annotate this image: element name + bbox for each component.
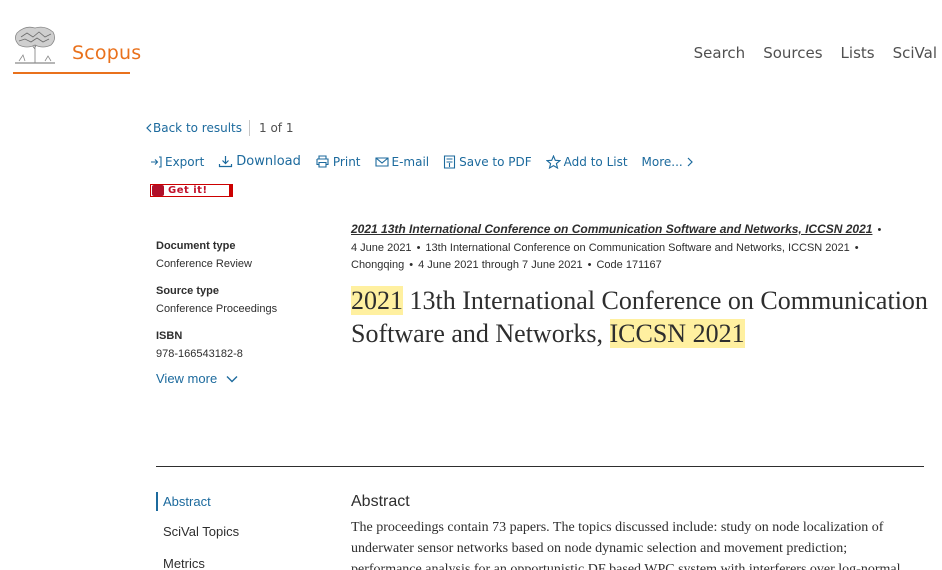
back-row: Back to results 1 of 1 <box>145 120 293 136</box>
isbn-value: 978-166543182-8 <box>156 348 243 360</box>
bullet: • <box>877 224 882 236</box>
nav-sources[interactable]: Sources <box>763 44 822 62</box>
document-type-label: Document type <box>156 240 236 252</box>
nav-abstract[interactable]: Abstract <box>156 492 239 511</box>
conference-name: 13th International Conference on Communi… <box>425 241 850 254</box>
source-title-link[interactable]: 2021 13th International Conference on Co… <box>351 222 872 236</box>
more-button[interactable]: More... <box>642 155 697 169</box>
title-highlight-year: 2021 <box>351 286 403 315</box>
export-button[interactable]: Export <box>150 155 204 169</box>
bullet: • <box>854 241 859 254</box>
abstract-heading: Abstract <box>351 493 410 510</box>
bullet: • <box>416 241 421 254</box>
chevron-down-icon <box>226 375 238 382</box>
back-to-results-link[interactable]: Back to results <box>153 121 242 135</box>
abstract-text: The proceedings contain 73 papers. The t… <box>351 520 901 570</box>
isbn-label: ISBN <box>156 330 183 342</box>
get-it-label: Get it! <box>168 185 208 196</box>
title-highlight-acronym: ICCSN 2021 <box>609 319 745 348</box>
brand-underline <box>13 72 130 74</box>
view-more-label: View more <box>156 371 218 386</box>
star-icon <box>545 154 561 169</box>
conference-location: Chongqing <box>351 259 405 271</box>
print-button[interactable]: Print <box>315 155 361 169</box>
scopus-logo[interactable]: Scopus <box>13 25 141 75</box>
export-icon <box>151 156 162 168</box>
nav-scival-topics[interactable]: SciVal Topics <box>156 524 239 556</box>
source-type-label: Source type <box>156 285 219 297</box>
save-pdf-button[interactable]: Save to PDF <box>443 155 532 169</box>
conference-code: Code 171167 <box>596 259 662 271</box>
document-toolbar: Export Download Print E-mail Save to PDF… <box>150 154 711 169</box>
separator <box>249 120 251 136</box>
source-date: 4 June 2021 <box>351 241 412 254</box>
bullet: • <box>409 259 414 271</box>
source-info: 2021 13th International Conference on Co… <box>351 221 931 275</box>
envelope-icon <box>374 157 389 167</box>
chevron-left-icon <box>146 123 152 133</box>
more-label: More... <box>641 154 683 169</box>
nav-scival[interactable]: SciVal <box>893 44 937 62</box>
document-type-value: Conference Review <box>156 258 252 270</box>
get-it-button[interactable]: Get it! <box>150 184 233 197</box>
nav-search[interactable]: Search <box>694 44 746 62</box>
download-icon <box>219 156 233 168</box>
source-type-value: Conference Proceedings <box>156 303 278 315</box>
library-shield-icon <box>152 185 164 196</box>
email-label: E-mail <box>391 154 430 169</box>
result-count: 1 of 1 <box>259 121 294 135</box>
pdf-icon <box>444 154 456 169</box>
add-to-list-button[interactable]: Add to List <box>545 154 628 169</box>
save-pdf-label: Save to PDF <box>459 154 532 169</box>
download-button[interactable]: Download <box>218 154 301 169</box>
nav-metrics[interactable]: Metrics <box>156 556 239 570</box>
export-label: Export <box>165 154 205 169</box>
print-label: Print <box>332 154 361 169</box>
document-metadata: Document type Conference Review Source t… <box>156 240 277 375</box>
get-it-bar <box>229 185 232 196</box>
view-more-button[interactable]: View more <box>156 371 238 386</box>
top-nav: Search Sources Lists SciVal <box>676 44 937 62</box>
document-title: 2021 13th International Conference on Co… <box>351 284 931 350</box>
conference-dates: 4 June 2021 through 7 June 2021 <box>418 259 583 271</box>
section-divider <box>156 466 924 467</box>
bullet: • <box>587 259 592 271</box>
email-button[interactable]: E-mail <box>374 154 430 169</box>
add-to-list-label: Add to List <box>563 154 628 169</box>
chevron-right-icon <box>687 157 693 166</box>
brand-name: Scopus <box>72 42 142 64</box>
download-label: Download <box>236 154 301 169</box>
section-nav: Abstract SciVal Topics Metrics <box>156 492 239 570</box>
printer-icon <box>316 155 329 168</box>
nav-lists[interactable]: Lists <box>841 44 875 62</box>
elsevier-tree-icon <box>15 26 55 64</box>
